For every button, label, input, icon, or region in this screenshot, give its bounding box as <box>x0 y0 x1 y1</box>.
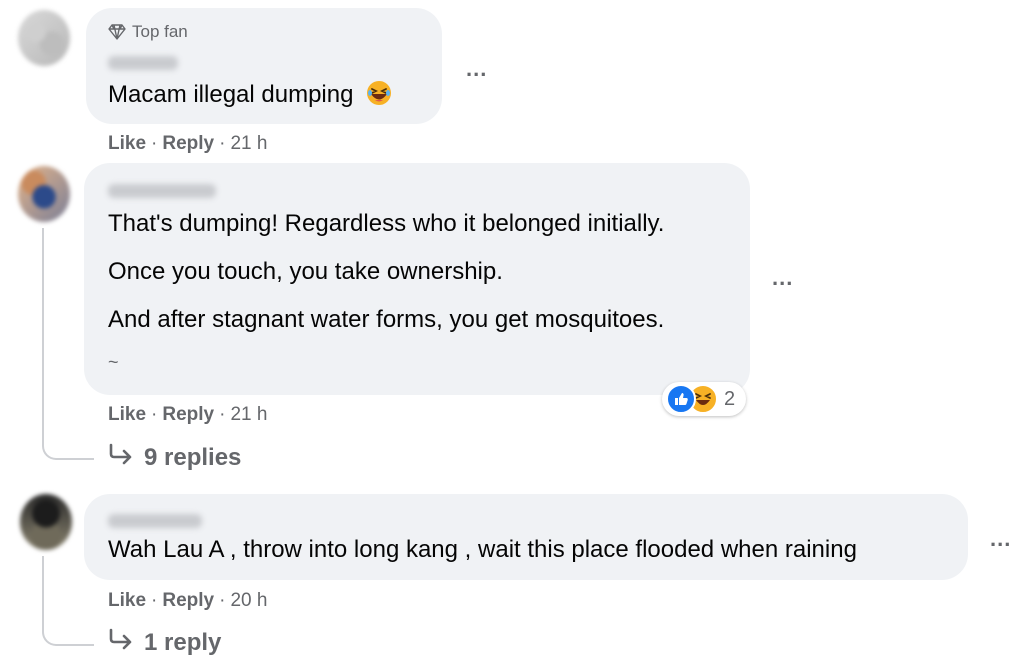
comment-line: Macam illegal dumping <box>108 81 354 108</box>
reaction-count: 2 <box>724 387 736 410</box>
view-replies-button[interactable]: 1 reply <box>108 628 221 657</box>
separator: · <box>151 590 158 611</box>
comment-actions: Like · Reply · 21 h <box>108 133 267 155</box>
comment-line: And after stagnant water forms, you get … <box>108 306 665 333</box>
comment-line: Once you touch, you take ownership. <box>108 258 503 285</box>
reply-button[interactable]: Reply <box>162 133 214 154</box>
author-name-blurred[interactable] <box>108 56 178 70</box>
top-fan-badge: Top fan <box>108 22 188 42</box>
more-options-icon[interactable]: ... <box>466 56 487 82</box>
more-options-icon[interactable]: ... <box>772 265 793 291</box>
avatar[interactable] <box>18 10 70 66</box>
timestamp[interactable]: 20 h <box>230 590 267 611</box>
separator: · <box>219 590 226 611</box>
comment-actions: Like · Reply · 21 h <box>108 404 267 426</box>
separator: · <box>219 404 226 425</box>
replies-label: 9 replies <box>144 443 242 471</box>
haha-emoji <box>366 80 392 113</box>
more-options-icon[interactable]: ... <box>990 526 1011 552</box>
comment-text: Macam illegal dumping <box>108 80 392 113</box>
diamond-icon <box>108 24 126 40</box>
timestamp[interactable]: 21 h <box>230 133 267 154</box>
like-button[interactable]: Like <box>108 404 146 425</box>
separator: · <box>219 133 226 154</box>
comment-line: Wah Lau A , throw into long kang , wait … <box>108 536 857 563</box>
separator: · <box>151 404 158 425</box>
avatar[interactable] <box>18 166 70 222</box>
reply-arrow-icon <box>108 628 134 657</box>
author-name-blurred[interactable] <box>108 514 202 528</box>
reply-button[interactable]: Reply <box>162 590 214 611</box>
reply-button[interactable]: Reply <box>162 404 214 425</box>
comment-line: That's dumping! Regardless who it belong… <box>108 210 665 237</box>
reply-arrow-icon <box>108 443 134 472</box>
like-button[interactable]: Like <box>108 133 146 154</box>
replies-label: 1 reply <box>144 628 222 656</box>
like-reaction-icon <box>666 384 696 414</box>
comment-actions: Like · Reply · 20 h <box>108 590 267 612</box>
avatar[interactable] <box>20 494 72 550</box>
badge-label: Top fan <box>132 22 188 41</box>
view-replies-button[interactable]: 9 replies <box>108 443 241 472</box>
comment-line: ~ <box>108 352 119 372</box>
separator: · <box>151 133 158 154</box>
reaction-summary[interactable]: 2 <box>662 382 746 416</box>
timestamp[interactable]: 21 h <box>230 404 267 425</box>
thread-line <box>42 556 94 646</box>
author-name-blurred[interactable] <box>108 184 216 198</box>
like-button[interactable]: Like <box>108 590 146 611</box>
